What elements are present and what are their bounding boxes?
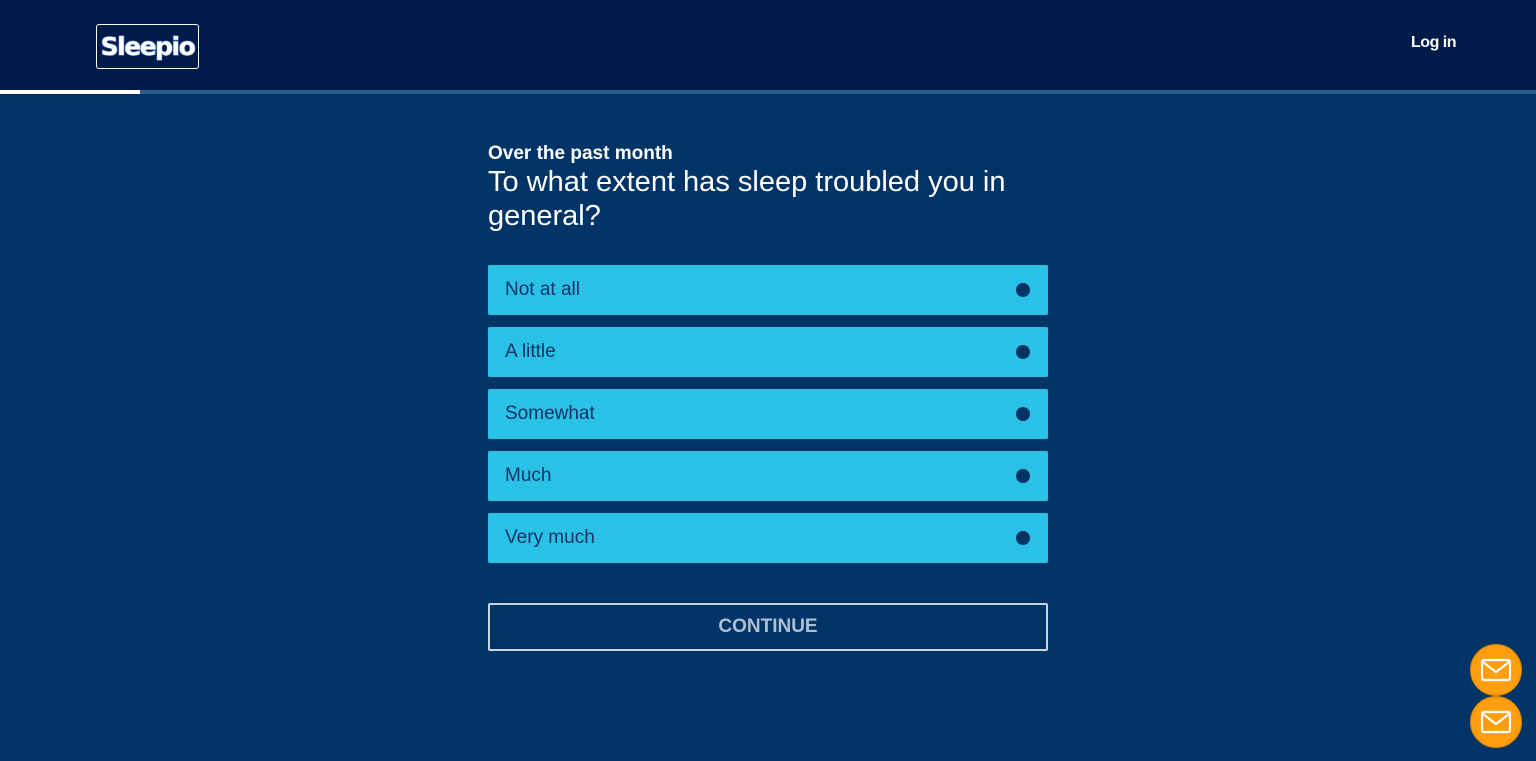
- option-a-little[interactable]: A little: [488, 327, 1048, 377]
- question-block: Over the past month To what extent has s…: [488, 143, 1048, 233]
- logo-text: Sleepio: [100, 32, 197, 61]
- radio-dot-icon: [1016, 531, 1030, 545]
- option-somewhat[interactable]: Somewhat: [488, 389, 1048, 439]
- radio-dot-icon: [1016, 407, 1030, 421]
- sleepio-logo[interactable]: Sleepio: [96, 24, 199, 69]
- radio-dot-icon: [1016, 283, 1030, 297]
- radio-dot-icon: [1016, 345, 1030, 359]
- feedback-mail-button[interactable]: [1470, 644, 1522, 696]
- option-label: A little: [505, 341, 556, 362]
- option-very-much[interactable]: Very much: [488, 513, 1048, 563]
- progress-bar: [0, 90, 1536, 94]
- question-context: Over the past month: [488, 143, 673, 164]
- mail-icon: [1480, 710, 1512, 734]
- option-label: Somewhat: [505, 403, 595, 424]
- feedback-mail-button-secondary[interactable]: [1470, 696, 1522, 748]
- log-in-link[interactable]: Log in: [1411, 34, 1456, 52]
- radio-dot-icon: [1016, 469, 1030, 483]
- mail-icon: [1480, 658, 1512, 682]
- answer-options: Not at all A little Somewhat Much Very m…: [488, 265, 1048, 575]
- option-label: Much: [505, 465, 552, 486]
- progress-fill: [0, 90, 140, 94]
- option-label: Very much: [505, 527, 595, 548]
- option-not-at-all[interactable]: Not at all: [488, 265, 1048, 315]
- option-much[interactable]: Much: [488, 451, 1048, 501]
- top-header: Sleepio Log in: [0, 0, 1536, 90]
- option-label: Not at all: [505, 279, 580, 300]
- question-title: To what extent has sleep troubled you in…: [488, 166, 1006, 232]
- continue-button[interactable]: CONTINUE: [488, 603, 1048, 651]
